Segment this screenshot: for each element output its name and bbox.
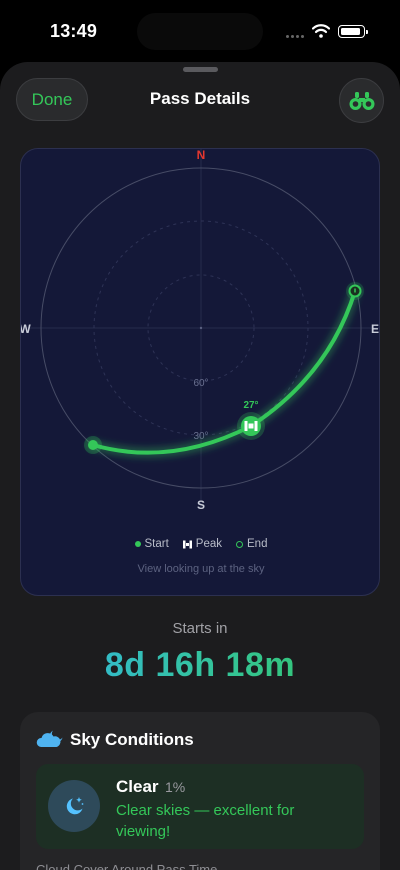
east-label: E bbox=[371, 322, 379, 336]
pass-details-sheet: Done Pass Details N S E 60° 30° 27° Star… bbox=[0, 62, 400, 870]
binoculars-button[interactable] bbox=[339, 78, 384, 123]
legend-start-label: Start bbox=[144, 538, 169, 550]
start-dot-icon bbox=[134, 541, 141, 547]
satellite-small-icon bbox=[182, 540, 192, 548]
sky-chart: N S W E 60° 30° 27° bbox=[21, 149, 379, 512]
legend-end-label: End bbox=[247, 538, 268, 550]
moon-stars-icon bbox=[66, 797, 84, 815]
west-label: W bbox=[21, 322, 31, 336]
legend-peak: Peak bbox=[182, 538, 223, 550]
status-time: 13:49 bbox=[50, 21, 98, 41]
sky-conditions-title: Sky Conditions bbox=[70, 730, 194, 749]
conditions-status: Clear bbox=[116, 777, 159, 796]
sheet-grabber[interactable] bbox=[183, 67, 218, 72]
north-label: N bbox=[197, 149, 206, 162]
battery-icon bbox=[338, 25, 368, 38]
status-bar: 13:49 bbox=[0, 0, 400, 62]
countdown-value: 8d 16h 18m bbox=[0, 646, 400, 685]
start-marker[interactable] bbox=[88, 440, 98, 450]
countdown-label: Starts in bbox=[172, 620, 228, 637]
conditions-description: Clear skies — excellent for viewing! bbox=[116, 802, 295, 840]
conditions-status-panel: Clear 1% Clear skies — excellent for vie… bbox=[36, 764, 364, 849]
sky-map: N S W E 60° 30° 27° S bbox=[20, 148, 380, 596]
sky-conditions-card: Sky Conditions Clear 1% Clear skies — ex… bbox=[20, 712, 380, 870]
peak-elevation-label: 27° bbox=[243, 400, 258, 411]
pass-path-glow bbox=[88, 286, 360, 458]
end-ring-icon bbox=[236, 540, 244, 548]
sky-map-legend: Start Peak End bbox=[21, 538, 379, 550]
cloud-percent: 1% bbox=[165, 779, 186, 795]
sky-map-caption: View looking up at the sky bbox=[137, 563, 265, 575]
legend-start: Start bbox=[134, 538, 169, 550]
cloud-moon-icon bbox=[36, 730, 63, 747]
zenith-point bbox=[199, 326, 203, 330]
legend-peak-label: Peak bbox=[195, 538, 223, 550]
wifi-icon bbox=[312, 24, 330, 38]
binoculars-icon bbox=[349, 91, 374, 110]
legend-end: End bbox=[236, 538, 267, 550]
moon-badge bbox=[48, 780, 100, 832]
dynamic-island bbox=[137, 13, 263, 50]
elevation-60-label: 60° bbox=[193, 378, 208, 389]
cloud-cover-label: Cloud Cover Around Pass Time bbox=[36, 862, 218, 870]
south-label: S bbox=[197, 498, 205, 512]
signal-icon bbox=[286, 35, 306, 39]
